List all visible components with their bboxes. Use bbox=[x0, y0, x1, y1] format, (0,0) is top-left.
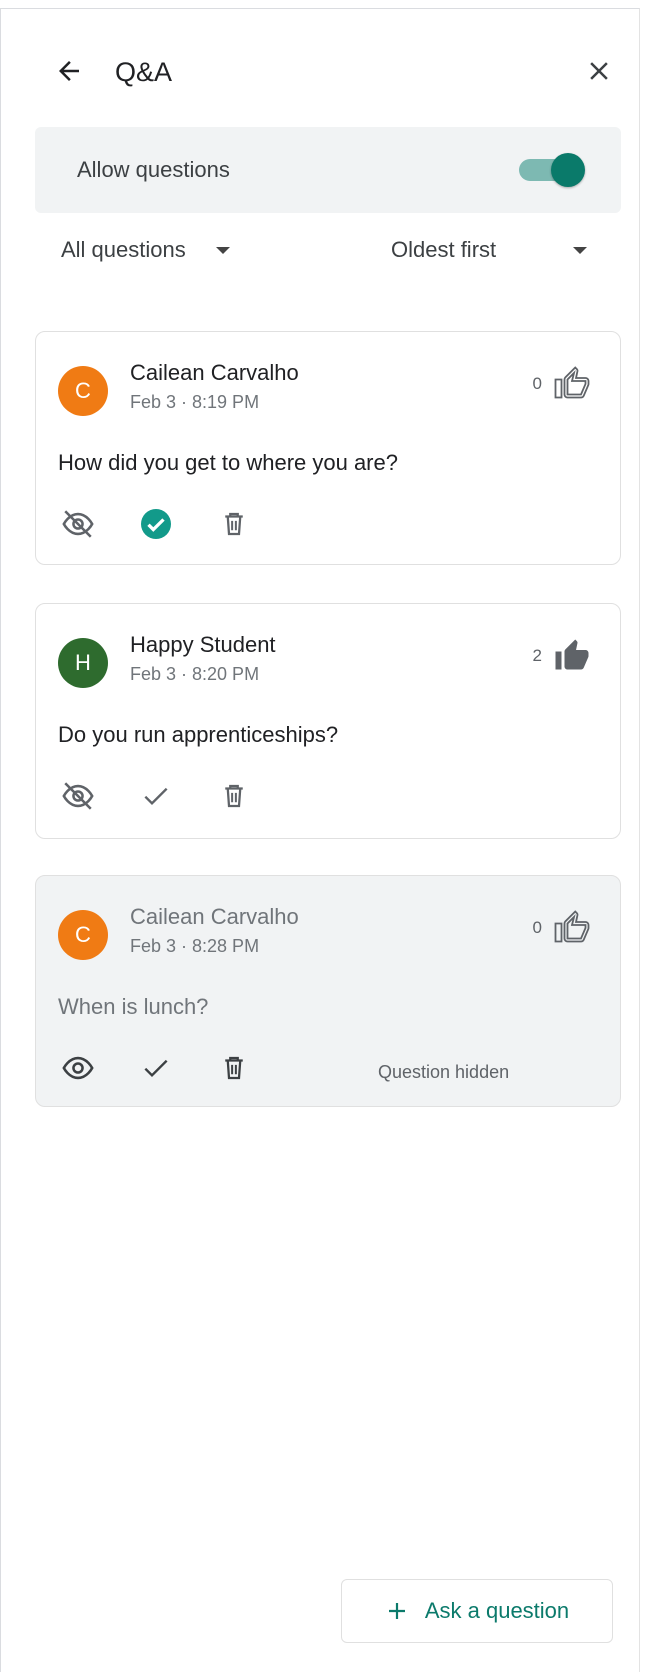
allow-questions-row: Allow questions bbox=[35, 127, 621, 213]
visibility-off-icon bbox=[62, 510, 94, 538]
question-actions bbox=[58, 776, 292, 816]
delete-question-button[interactable] bbox=[214, 776, 254, 816]
ask-question-button[interactable]: Ask a question bbox=[341, 1579, 613, 1643]
upvote[interactable]: 0 bbox=[533, 366, 590, 402]
close-icon bbox=[590, 62, 608, 80]
allow-questions-label: Allow questions bbox=[77, 157, 230, 182]
page-title: Q&A bbox=[115, 57, 173, 87]
sort-label: Oldest first bbox=[391, 237, 497, 262]
avatar: H bbox=[58, 638, 108, 688]
question-card: C Cailean Carvalho Feb 3 · 8:19 PM 0 How… bbox=[35, 331, 621, 565]
visibility-icon bbox=[62, 1056, 94, 1080]
trash-icon bbox=[225, 784, 243, 808]
upvote[interactable]: 2 bbox=[533, 638, 590, 674]
question-time: Feb 3 · 8:28 PM bbox=[130, 936, 260, 956]
toggle-thumb bbox=[551, 153, 585, 187]
qa-panel: Q&A Allow questions All questions Oldest… bbox=[0, 8, 640, 1672]
thumb-up-outline-icon bbox=[554, 366, 590, 399]
question-text: Do you run apprenticeships? bbox=[58, 722, 339, 747]
arrow-back-icon bbox=[59, 61, 79, 81]
author-name: Cailean Carvalho bbox=[130, 360, 299, 385]
back-button[interactable] bbox=[49, 51, 89, 91]
questions-filter-dropdown[interactable]: All questions bbox=[61, 237, 230, 263]
question-card: H Happy Student Feb 3 · 8:20 PM 2 Do you… bbox=[35, 603, 621, 839]
check-circle-icon bbox=[141, 509, 171, 539]
check-icon bbox=[144, 1059, 168, 1078]
close-button[interactable] bbox=[579, 51, 619, 91]
thumb-up-outline-icon bbox=[554, 910, 590, 943]
avatar: C bbox=[58, 366, 108, 416]
show-question-button[interactable] bbox=[58, 1048, 98, 1088]
delete-question-button[interactable] bbox=[214, 1048, 254, 1088]
allow-questions-toggle[interactable] bbox=[517, 151, 585, 191]
ask-question-label: Ask a question bbox=[424, 1598, 570, 1623]
question-status: Question hidden bbox=[378, 1062, 510, 1082]
delete-question-button[interactable] bbox=[214, 504, 254, 544]
author-name: Happy Student bbox=[130, 632, 276, 657]
vote-count: 2 bbox=[532, 646, 542, 665]
thumb-up-filled-icon bbox=[555, 639, 589, 670]
mark-answered-button[interactable] bbox=[136, 504, 176, 544]
question-time: Feb 3 · 8:20 PM bbox=[130, 664, 260, 684]
question-card-hidden: C Cailean Carvalho Feb 3 · 8:28 PM 0 Whe… bbox=[35, 875, 621, 1107]
vote-count: 0 bbox=[532, 374, 542, 393]
header: Q&A bbox=[1, 9, 639, 129]
visibility-off-icon bbox=[62, 782, 94, 810]
question-text: How did you get to where you are? bbox=[58, 450, 398, 475]
check-icon bbox=[144, 787, 168, 806]
upvote[interactable]: 0 bbox=[533, 910, 590, 946]
vote-count: 0 bbox=[532, 918, 542, 937]
question-text: When is lunch? bbox=[58, 994, 209, 1019]
mark-answered-button[interactable] bbox=[136, 776, 176, 816]
mark-answered-button[interactable] bbox=[136, 1048, 176, 1088]
question-actions bbox=[58, 1048, 292, 1088]
avatar: C bbox=[58, 910, 108, 960]
questions-filter-label: All questions bbox=[61, 237, 186, 262]
sort-dropdown[interactable]: Oldest first bbox=[391, 237, 587, 263]
question-actions bbox=[58, 504, 292, 544]
plus-icon bbox=[385, 1599, 409, 1623]
hide-question-button[interactable] bbox=[58, 504, 98, 544]
trash-icon bbox=[225, 512, 243, 536]
dropdown-arrow-icon bbox=[573, 247, 587, 254]
trash-icon bbox=[225, 1056, 243, 1080]
question-time: Feb 3 · 8:19 PM bbox=[130, 392, 260, 412]
dropdown-arrow-icon bbox=[215, 246, 230, 254]
author-name: Cailean Carvalho bbox=[130, 904, 299, 929]
hide-question-button[interactable] bbox=[58, 776, 98, 816]
